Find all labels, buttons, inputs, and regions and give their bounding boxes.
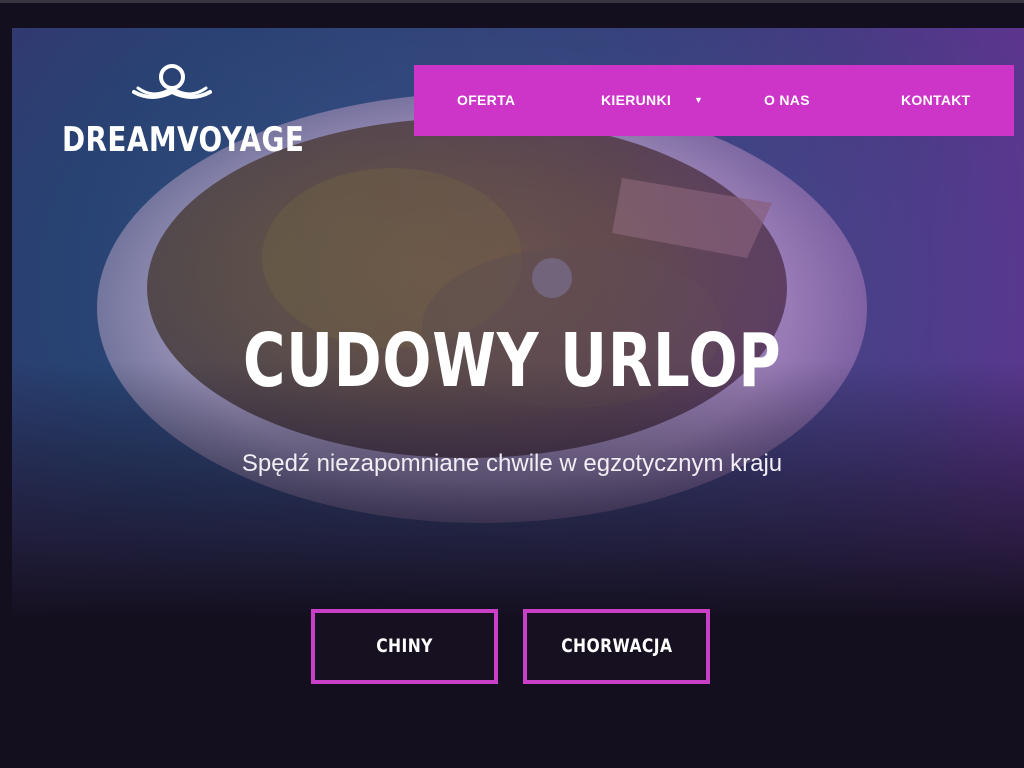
hero-title-text: CUDOWY URLOP xyxy=(242,318,782,404)
wave-loop-icon xyxy=(132,64,212,99)
chiny-button-label: CHINY xyxy=(376,635,433,657)
hero-subtitle: Spędź niezapomniane chwile w egzotycznym… xyxy=(241,450,783,477)
nav-item-oferta[interactable]: OFERTA xyxy=(457,65,515,136)
brand-logo[interactable]: DREAMVOYAGE xyxy=(62,62,305,162)
chorwacja-button-label: CHORWACJA xyxy=(560,635,673,657)
hero-title: CUDOWY URLOP xyxy=(0,318,1024,404)
chorwacja-button[interactable]: CHORWACJA xyxy=(523,609,710,684)
caret-down-icon[interactable]: ▼ xyxy=(694,65,703,136)
top-border xyxy=(0,0,1024,3)
main-nav: OFERTA KIERUNKI ▼ O NAS KONTAKT xyxy=(414,65,1014,136)
chiny-button[interactable]: CHINY xyxy=(311,609,498,684)
nav-item-kierunki[interactable]: KIERUNKI xyxy=(601,65,671,136)
nav-item-kontakt[interactable]: KONTAKT xyxy=(901,65,971,136)
nav-item-o-nas[interactable]: O NAS xyxy=(764,65,810,136)
brand-name: DREAMVOYAGE xyxy=(62,120,305,160)
